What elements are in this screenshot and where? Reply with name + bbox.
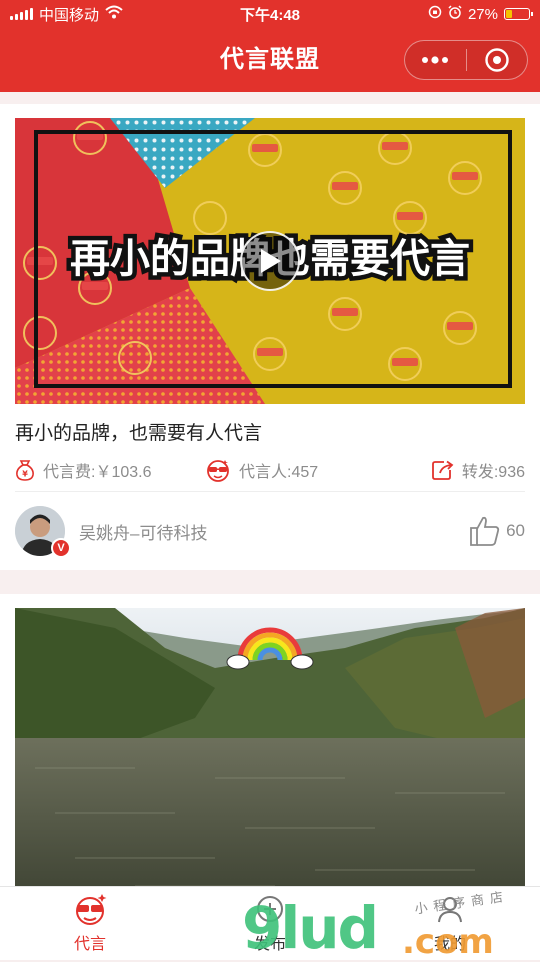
tab-mine[interactable]: 我的 <box>360 887 540 960</box>
tab-bar: 代言 发布 我的 <box>0 886 540 960</box>
wifi-icon <box>105 5 123 23</box>
carrier-label: 中国移动 <box>39 6 100 24</box>
fee-label: 代言费:￥103.6 <box>43 463 152 481</box>
status-right: 27% <box>428 5 533 23</box>
share-count[interactable]: 转发:936 <box>431 458 525 482</box>
post-stats: ¥ 代言费:￥103.6 代言人:457 转发:936 <box>15 448 525 492</box>
endorsement-fee: ¥ 代言费:￥103.6 <box>15 458 205 482</box>
nav-bar: 代言联盟 <box>0 28 540 92</box>
publish-icon <box>255 892 285 926</box>
play-icon <box>261 249 281 273</box>
divider <box>0 92 540 104</box>
tab-label: 我的 <box>433 936 466 953</box>
post-title[interactable]: 再小的品牌，也需要有人代言 <box>15 420 525 448</box>
feed-card[interactable] <box>0 594 540 886</box>
alarm-icon <box>448 5 462 23</box>
close-target-icon <box>485 48 509 72</box>
share-icon <box>431 460 454 480</box>
shares-label: 转发:936 <box>461 463 525 481</box>
verified-badge: V <box>51 538 71 558</box>
battery-percent: 27% <box>467 5 498 23</box>
orientation-lock-icon <box>428 5 442 23</box>
status-left: 中国移动 <box>10 4 123 25</box>
svg-text:¥: ¥ <box>22 469 28 478</box>
representative-count: 代言人:457 <box>205 458 432 482</box>
thumbs-up-icon <box>470 516 500 546</box>
like-button[interactable]: 60 <box>468 514 525 548</box>
post-photo[interactable] <box>15 608 525 886</box>
status-bar: 中国移动 下午4:48 27% <box>0 0 540 28</box>
author-name[interactable]: 吴姚舟–可待科技 <box>79 519 207 544</box>
mascot-icon <box>70 892 110 926</box>
reps-label: 代言人:457 <box>239 463 319 481</box>
mini-program-capsule <box>404 40 528 80</box>
close-button[interactable] <box>466 41 527 79</box>
tab-label: 代言 <box>73 936 106 953</box>
more-button[interactable] <box>405 41 466 79</box>
signal-icon <box>10 8 33 20</box>
more-dots-icon <box>422 56 449 64</box>
divider <box>0 570 540 594</box>
feed-card[interactable]: 再小的品牌也需要代言 再小的品牌，也需要有人代言 ¥ 代言费:￥103.6 代言… <box>0 104 540 570</box>
money-bag-icon: ¥ <box>15 459 35 481</box>
like-count: 60 <box>506 521 525 540</box>
tab-label: 发布 <box>253 936 286 953</box>
author-row: V 吴姚舟–可待科技 60 <box>15 492 525 570</box>
feed: 再小的品牌也需要代言 再小的品牌，也需要有人代言 ¥ 代言费:￥103.6 代言… <box>0 92 540 886</box>
mascot-icon <box>205 458 231 482</box>
battery-fill <box>506 10 512 18</box>
tab-publish[interactable]: 发布 <box>180 887 360 960</box>
play-button[interactable] <box>240 231 300 291</box>
avatar[interactable]: V <box>15 506 71 558</box>
tab-endorse[interactable]: 代言 <box>0 887 180 960</box>
profile-icon <box>435 892 465 926</box>
lake-photo <box>15 608 525 886</box>
battery-icon <box>504 8 533 20</box>
video-player[interactable]: 再小的品牌也需要代言 <box>15 118 525 404</box>
